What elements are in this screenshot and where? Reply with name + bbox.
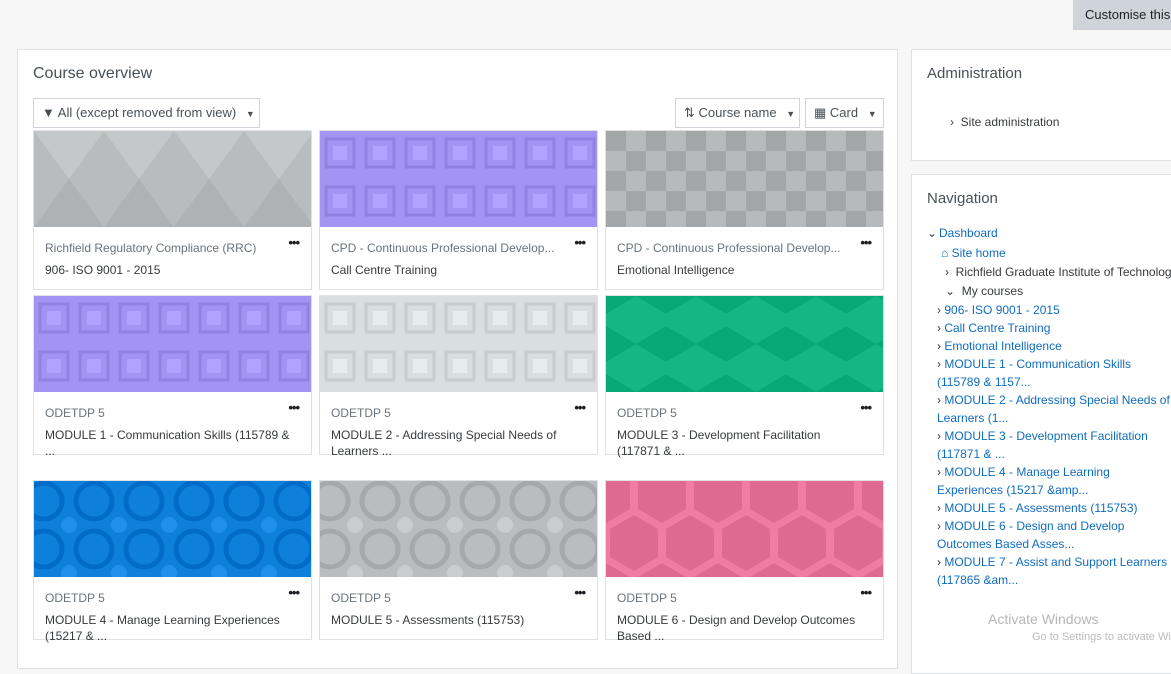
course-name-link[interactable]: MODULE 6 - Design and Develop Outcomes B… bbox=[617, 612, 862, 644]
nav-course-item[interactable]: › MODULE 1 - Communication Skills (11578… bbox=[927, 355, 1171, 391]
course-overview-title: Course overview bbox=[33, 65, 153, 82]
chevron-down-icon: ▼ bbox=[245, 108, 255, 119]
administration-title: Administration bbox=[927, 65, 1023, 82]
nav-course-label: Emotional Intelligence bbox=[944, 339, 1062, 353]
top-bar: Customise this page bbox=[0, 0, 1171, 32]
course-sort-dropdown[interactable]: ⇅ Course name ▼ bbox=[675, 98, 800, 128]
nav-course-label: MODULE 5 - Assessments (115753) bbox=[944, 501, 1138, 515]
nav-course-label: 906- ISO 9001 - 2015 bbox=[944, 303, 1060, 317]
navigation-title: Navigation bbox=[927, 190, 998, 207]
course-category: ODETDP 5 bbox=[331, 591, 391, 605]
customise-page-button[interactable]: Customise this page bbox=[1073, 0, 1171, 30]
course-image[interactable] bbox=[606, 131, 883, 227]
nav-course-item[interactable]: › Call Centre Training bbox=[927, 319, 1171, 337]
more-options-icon[interactable]: ••• bbox=[288, 235, 300, 250]
course-filter-dropdown[interactable]: ▼ All (except removed from view) ▼ bbox=[33, 98, 260, 128]
chevron-down-icon: ⌄ bbox=[927, 226, 938, 240]
course-card[interactable]: CPD - Continuous Professional Develop...… bbox=[605, 130, 884, 290]
nav-course-item[interactable]: › MODULE 2 - Addressing Special Needs of… bbox=[927, 391, 1171, 427]
chevron-right-icon: › bbox=[945, 265, 949, 279]
course-category: CPD - Continuous Professional Develop... bbox=[331, 241, 555, 255]
course-view-dropdown[interactable]: ▦ Card ▼ bbox=[805, 98, 884, 128]
nav-dashboard[interactable]: ⌄ Dashboard bbox=[927, 223, 1171, 243]
course-card[interactable]: ODETDP 5 MODULE 5 - Assessments (115753) •… bbox=[319, 480, 598, 640]
view-label: Card bbox=[829, 105, 859, 120]
nav-my-courses[interactable]: ⌄ My courses bbox=[927, 281, 1171, 301]
navigation-block: Navigation ⌄ Dashboard ⌂ Site home › Rich… bbox=[911, 174, 1171, 674]
course-category: ODETDP 5 bbox=[617, 406, 677, 420]
course-category: ODETDP 5 bbox=[45, 406, 105, 420]
course-category: Richfield Regulatory Compliance (RRC) bbox=[45, 241, 257, 255]
nav-course-item[interactable]: › MODULE 7 - Assist and Support Learners… bbox=[927, 553, 1171, 589]
course-name-link[interactable]: Emotional Intelligence bbox=[617, 262, 862, 278]
course-card[interactable]: ODETDP 5 MODULE 3 - Development Facilitat… bbox=[605, 295, 884, 458]
course-category: CPD - Continuous Professional Develop... bbox=[617, 241, 841, 255]
course-name-link[interactable]: 906- ISO 9001 - 2015 bbox=[45, 262, 290, 278]
chevron-down-icon: ⌄ bbox=[945, 284, 956, 298]
navigation-tree: ⌄ Dashboard ⌂ Site home › Richfield Gradu… bbox=[927, 223, 1171, 589]
course-image[interactable] bbox=[320, 481, 597, 577]
nav-course-label: MODULE 1 - Communication Skills (115789 … bbox=[937, 357, 1132, 389]
activate-windows-subtext: Go to Settings to activate Windows. bbox=[1032, 631, 1171, 643]
course-name-link[interactable]: MODULE 5 - Assessments (115753) bbox=[331, 612, 576, 628]
course-name-link[interactable]: MODULE 2 - Addressing Special Needs of L… bbox=[331, 427, 576, 459]
chevron-right-icon: › bbox=[950, 115, 954, 129]
course-image[interactable] bbox=[320, 296, 597, 392]
more-options-icon[interactable]: ••• bbox=[288, 585, 300, 600]
nav-course-item[interactable]: › MODULE 3 - Development Facilitation (1… bbox=[927, 427, 1171, 463]
activate-windows-watermark: Activate Windows bbox=[988, 611, 1099, 627]
grid-icon: ▦ bbox=[814, 105, 827, 120]
course-image[interactable] bbox=[34, 296, 311, 392]
nav-course-item[interactable]: › MODULE 5 - Assessments (115753) bbox=[927, 499, 1171, 517]
more-options-icon[interactable]: ••• bbox=[860, 585, 872, 600]
course-category: ODETDP 5 bbox=[617, 591, 677, 605]
course-category: ODETDP 5 bbox=[45, 591, 105, 605]
course-card[interactable]: ODETDP 5 MODULE 1 - Communication Skills … bbox=[33, 295, 312, 458]
nav-institute[interactable]: › Richfield Graduate Institute of Techno… bbox=[927, 263, 1171, 281]
course-image[interactable] bbox=[320, 131, 597, 227]
course-category: ODETDP 5 bbox=[331, 406, 391, 420]
filter-label: All (except removed from view) bbox=[57, 105, 237, 120]
nav-course-item[interactable]: › MODULE 6 - Design and Develop Outcomes… bbox=[927, 517, 1171, 553]
course-name-link[interactable]: Call Centre Training bbox=[331, 262, 576, 278]
administration-block: Administration › Site administration bbox=[911, 49, 1171, 161]
course-image[interactable] bbox=[34, 481, 311, 577]
site-administration-link[interactable]: › Site administration bbox=[950, 115, 1059, 129]
course-card[interactable]: ODETDP 5 MODULE 4 - Manage Learning Exper… bbox=[33, 480, 312, 643]
home-icon: ⌂ bbox=[941, 246, 949, 260]
nav-course-label: MODULE 6 - Design and Develop Outcomes B… bbox=[937, 519, 1125, 551]
chevron-down-icon: ▼ bbox=[786, 108, 796, 119]
course-image[interactable] bbox=[34, 131, 311, 227]
sort-icon: ⇅ bbox=[684, 105, 695, 120]
nav-course-item[interactable]: › 906- ISO 9001 - 2015 bbox=[927, 301, 1171, 319]
course-name-link[interactable]: MODULE 3 - Development Facilitation (117… bbox=[617, 427, 862, 459]
course-card[interactable]: CPD - Continuous Professional Develop...… bbox=[319, 130, 598, 290]
course-name-link[interactable]: MODULE 4 - Manage Learning Experiences (… bbox=[45, 612, 290, 644]
nav-course-label: MODULE 2 - Addressing Special Needs of L… bbox=[937, 393, 1170, 425]
filter-icon: ▼ bbox=[42, 105, 55, 120]
course-image[interactable] bbox=[606, 296, 883, 392]
more-options-icon[interactable]: ••• bbox=[860, 400, 872, 415]
more-options-icon[interactable]: ••• bbox=[288, 400, 300, 415]
course-card[interactable]: ODETDP 5 MODULE 2 - Addressing Special Ne… bbox=[319, 295, 598, 458]
nav-course-label: MODULE 3 - Development Facilitation (117… bbox=[937, 429, 1148, 461]
course-card[interactable]: ODETDP 5 MODULE 6 - Design and Develop Ou… bbox=[605, 480, 884, 643]
nav-course-item[interactable]: › MODULE 4 - Manage Learning Experiences… bbox=[927, 463, 1171, 499]
nav-course-label: MODULE 4 - Manage Learning Experiences (… bbox=[937, 465, 1110, 497]
course-card[interactable]: Richfield Regulatory Compliance (RRC) 906… bbox=[33, 130, 312, 290]
sort-label: Course name bbox=[698, 105, 777, 120]
chevron-down-icon: ▼ bbox=[867, 108, 877, 119]
nav-site-home[interactable]: ⌂ Site home bbox=[927, 243, 1171, 263]
nav-course-label: MODULE 7 - Assist and Support Learners (… bbox=[937, 555, 1168, 587]
course-image[interactable] bbox=[606, 481, 883, 577]
nav-course-item[interactable]: › Emotional Intelligence bbox=[927, 337, 1171, 355]
more-options-icon[interactable]: ••• bbox=[860, 235, 872, 250]
course-overview-block: Course overview ▼ All (except removed fr… bbox=[17, 49, 898, 669]
course-name-link[interactable]: MODULE 1 - Communication Skills (115789 … bbox=[45, 427, 290, 459]
nav-course-label: Call Centre Training bbox=[944, 321, 1051, 335]
more-options-icon[interactable]: ••• bbox=[574, 400, 586, 415]
more-options-icon[interactable]: ••• bbox=[574, 235, 586, 250]
more-options-icon[interactable]: ••• bbox=[574, 585, 586, 600]
